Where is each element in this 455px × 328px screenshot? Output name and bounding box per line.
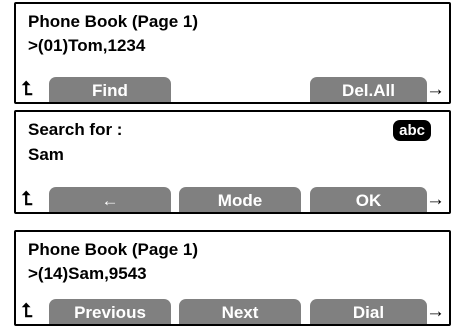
next-arrow-icon[interactable]: →: [426, 79, 445, 101]
softkey-bar: ⮤ ← Mode OK →: [16, 185, 449, 212]
next-arrow-icon[interactable]: →: [426, 301, 445, 323]
find-softkey[interactable]: Find: [49, 77, 171, 102]
entry-line[interactable]: >(14)Sam,9543: [28, 264, 147, 284]
softkey-bar: ⮤ Find Del.All →: [16, 75, 449, 102]
screen-title: Phone Book (Page 1): [28, 12, 199, 31]
input-mode-badge: abc: [393, 120, 431, 141]
next-softkey[interactable]: Next: [179, 299, 301, 324]
search-prompt: Search for :: [28, 120, 123, 139]
screen-title: Phone Book (Page 1): [28, 240, 199, 259]
phonebook-screen-1: Phone Book (Page 1) >(01)Tom,1234 ⮤ Find…: [14, 2, 451, 104]
back-arrow-icon[interactable]: ⮤: [22, 79, 33, 101]
backspace-softkey[interactable]: ←: [49, 187, 171, 212]
next-arrow-icon[interactable]: →: [426, 189, 445, 211]
phonebook-screen-2: Phone Book (Page 1) >(14)Sam,9543 ⮤ Prev…: [14, 230, 451, 326]
mode-softkey[interactable]: Mode: [179, 187, 301, 212]
dial-softkey[interactable]: Dial: [310, 299, 427, 324]
search-input[interactable]: Sam: [28, 145, 64, 165]
back-arrow-icon[interactable]: ⮤: [22, 189, 33, 211]
delete-all-softkey[interactable]: Del.All: [310, 77, 427, 102]
entry-line[interactable]: >(01)Tom,1234: [28, 36, 145, 56]
ok-softkey[interactable]: OK: [310, 187, 427, 212]
softkey-bar: ⮤ Previous Next Dial →: [16, 297, 449, 324]
previous-softkey[interactable]: Previous: [49, 299, 171, 324]
back-arrow-icon[interactable]: ⮤: [22, 301, 33, 323]
search-screen: Search for : Sam abc ⮤ ← Mode OK →: [14, 110, 451, 214]
